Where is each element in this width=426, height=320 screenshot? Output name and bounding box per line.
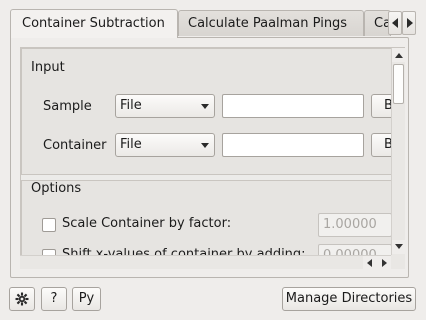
- options-group-title: Options: [31, 181, 82, 196]
- tab-scroll-right-button[interactable]: [402, 11, 416, 35]
- container-file-input[interactable]: [222, 133, 364, 157]
- scroll-left-button[interactable]: [363, 256, 377, 270]
- container-mode-dropdown[interactable]: File: [115, 133, 215, 157]
- sample-mode-dropdown[interactable]: File: [115, 94, 215, 118]
- scale-container-label: Scale Container by factor:: [62, 216, 232, 231]
- tab-label: Container Subtraction: [22, 16, 165, 31]
- help-button[interactable]: ?: [41, 287, 67, 311]
- tab-calculate-paalman-pings[interactable]: Calculate Paalman Pings: [178, 10, 364, 36]
- input-group-title: Input: [31, 60, 65, 75]
- scroll-area: Input Sample File B Container File B Opt…: [20, 47, 405, 269]
- sample-file-input[interactable]: [222, 94, 364, 118]
- scale-factor-value: 1.00000: [323, 217, 377, 232]
- help-label: ?: [50, 291, 58, 306]
- chevron-down-icon: [201, 143, 209, 148]
- manage-directories-label: Manage Directories: [285, 291, 413, 306]
- manage-directories-button[interactable]: Manage Directories: [282, 287, 416, 311]
- scroll-right-button[interactable]: [377, 256, 391, 270]
- scrollbar-thumb[interactable]: [393, 64, 404, 104]
- scroll-up-button[interactable]: [392, 48, 405, 62]
- sample-mode-value: File: [120, 98, 142, 113]
- chevron-left-icon: [392, 18, 398, 28]
- sample-label: Sample: [43, 99, 92, 114]
- scale-container-checkbox[interactable]: [42, 218, 56, 232]
- input-group: Input Sample File B Container File B: [21, 48, 404, 175]
- scroll-down-button[interactable]: [392, 240, 405, 254]
- tab-truncated[interactable]: Ca: [364, 10, 391, 36]
- horizontal-scrollbar[interactable]: [20, 255, 391, 270]
- python-button[interactable]: Py: [72, 287, 101, 311]
- container-mode-value: File: [120, 137, 142, 152]
- tab-label: Calculate Paalman Pings: [188, 16, 348, 31]
- scrollbar-corner: [391, 255, 405, 269]
- gear-icon: [15, 292, 29, 306]
- arrow-down-icon: [395, 244, 403, 249]
- container-label: Container: [43, 138, 107, 153]
- chevron-down-icon: [201, 104, 209, 109]
- arrow-left-icon: [367, 259, 372, 267]
- chevron-right-icon: [407, 18, 413, 28]
- tab-container-subtraction[interactable]: Container Subtraction: [10, 9, 178, 38]
- tab-scroll-left-button[interactable]: [388, 11, 402, 35]
- settings-button[interactable]: [9, 287, 35, 311]
- vertical-scrollbar[interactable]: [391, 48, 405, 255]
- scale-factor-spinbox[interactable]: 1.00000: [318, 213, 392, 237]
- python-label: Py: [78, 291, 95, 306]
- arrow-up-icon: [395, 53, 403, 58]
- arrow-right-icon: [382, 259, 387, 267]
